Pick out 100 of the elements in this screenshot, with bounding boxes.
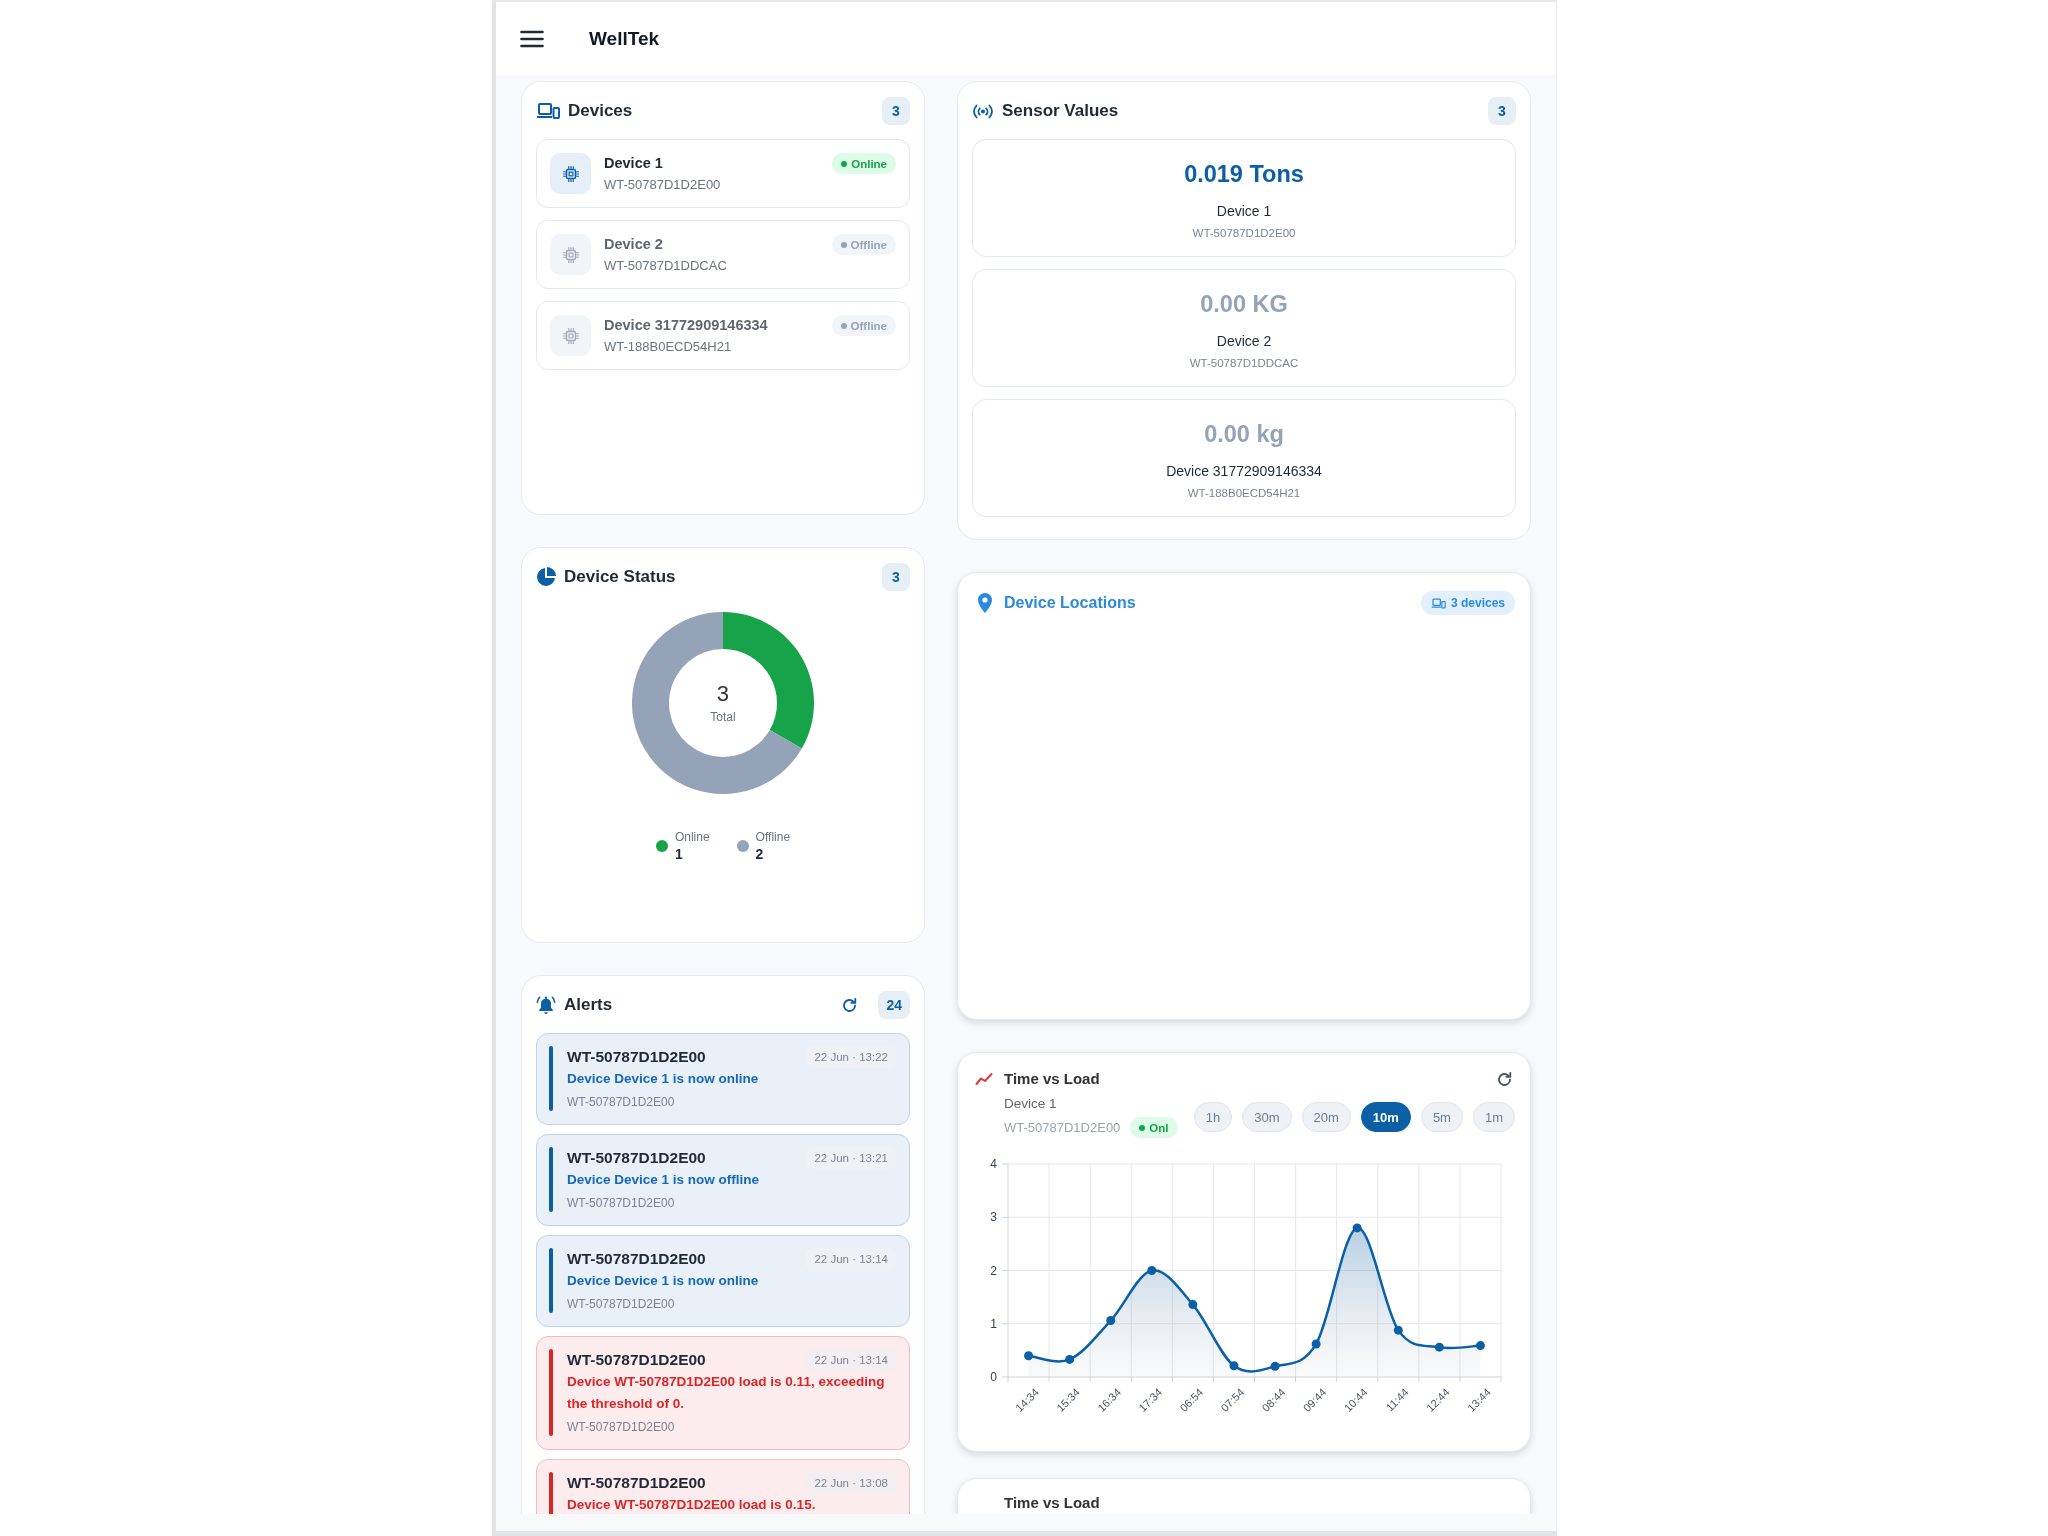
sensor-value: 0.00 kg <box>1204 420 1284 449</box>
device-item[interactable]: Device 1 WT-50787D1D2E00 Online <box>536 139 910 208</box>
data-point <box>1311 1339 1321 1349</box>
alert-time: 22 Jun · 13:22 <box>806 1046 896 1068</box>
range-button[interactable]: 5m <box>1420 1102 1463 1132</box>
status-text: Onl <box>1149 1121 1169 1134</box>
sensor-device-name: Device 1 <box>1216 202 1272 221</box>
data-point <box>1229 1361 1239 1371</box>
range-button[interactable]: 1m <box>1472 1102 1515 1132</box>
range-button[interactable]: 1h <box>1193 1102 1233 1132</box>
card-title: Device Locations <box>1004 594 1136 612</box>
alert-card[interactable]: WT-50787D1D2E00 22 Jun · 13:22 Device Device 1 is now online WT-50787D1D2E00 <box>536 1033 910 1125</box>
card-title: Alerts <box>564 995 613 1015</box>
refresh-icon[interactable] <box>1496 1071 1513 1088</box>
alert-time: 22 Jun · 13:08 <box>806 1472 896 1494</box>
y-axis-label: 3 <box>990 1210 997 1225</box>
device-serial: WT-50787D1DDCAC <box>604 258 728 274</box>
range-button[interactable]: 10m <box>1360 1102 1411 1132</box>
alert-time: 22 Jun · 13:14 <box>806 1248 896 1270</box>
y-axis-label: 2 <box>990 1263 997 1278</box>
card-title: Devices <box>568 101 633 121</box>
alert-device: WT-50787D1D2E00 <box>567 1473 706 1493</box>
count-badge: 3 <box>882 97 910 125</box>
chart-device-serial: WT-50787D1D2E00 <box>1004 1120 1121 1135</box>
range-button[interactable]: 20m <box>1301 1102 1351 1132</box>
legend-label: Online <box>674 829 710 845</box>
alert-message: Device Device 1 is now online <box>567 1272 760 1290</box>
card-title: Time vs Load <box>1004 1494 1101 1512</box>
accent-bar <box>549 1472 553 1514</box>
card-title: Sensor Values <box>1002 101 1119 121</box>
legend-count: 2 <box>755 845 765 863</box>
legend-label: Offline <box>755 829 791 845</box>
device-count-text: 3 devices <box>1450 596 1505 610</box>
broadcast-icon <box>972 103 994 119</box>
alert-serial: WT-50787D1D2E00 <box>567 1195 676 1212</box>
data-point <box>1352 1223 1362 1233</box>
device-name: Device 2 <box>604 235 664 254</box>
donut-total: 3 <box>716 681 730 707</box>
device-item[interactable]: Device 2 WT-50787D1DDCAC Offline <box>536 220 910 289</box>
data-point <box>1393 1325 1403 1335</box>
trend-line-icon <box>975 1072 993 1086</box>
device-item[interactable]: Device 31772909146334 WT-188B0ECD54H21 Offline <box>536 301 910 370</box>
chip-icon <box>550 153 591 194</box>
status-dot-icon <box>1139 1124 1146 1131</box>
sensor-serial: WT-188B0ECD54H21 <box>1187 486 1301 501</box>
count-badge: 3 <box>1488 97 1516 125</box>
app-title: WellTek <box>589 27 660 50</box>
accent-bar <box>549 1046 553 1111</box>
alert-serial: WT-50787D1D2E00 <box>567 1296 676 1313</box>
data-point <box>1434 1342 1444 1352</box>
device-name: Device 31772909146334 <box>604 316 769 335</box>
sensor-device-name: Device 2 <box>1216 332 1272 351</box>
alert-time: 22 Jun · 13:21 <box>806 1147 896 1169</box>
data-point <box>1065 1354 1075 1364</box>
status-dot-icon <box>840 241 847 248</box>
y-axis-label: 0 <box>990 1370 997 1384</box>
bell-icon <box>536 995 556 1015</box>
y-axis-label: 4 <box>990 1157 997 1171</box>
data-point <box>1106 1316 1116 1326</box>
card-title: Time vs Load <box>1004 1069 1101 1089</box>
chart-device-name: Device 1 <box>1004 1095 1058 1113</box>
count-badge: 3 <box>882 563 910 591</box>
alert-card[interactable]: WT-50787D1D2E00 22 Jun · 13:14 Device WT-50787D1D2E00 load is 0.11, exceeding the threshold of 0. WT-50787D1D2E00 <box>536 1336 910 1450</box>
status-dot-icon <box>840 322 847 329</box>
status-dot-icon <box>841 160 848 167</box>
alert-message: Device Device 1 is now offline <box>567 1171 761 1189</box>
alert-device: WT-50787D1D2E00 <box>567 1350 706 1370</box>
sensor-device-name: Device 31772909146334 <box>1166 462 1322 481</box>
data-point <box>1475 1341 1485 1351</box>
device-serial: WT-188B0ECD54H21 <box>604 339 733 355</box>
pie-chart-icon <box>536 567 556 587</box>
alert-card[interactable]: WT-50787D1D2E00 22 Jun · 13:08 Device WT-50787D1D2E00 load is 0.15. <box>536 1459 910 1514</box>
chip-icon <box>550 234 591 275</box>
alert-card[interactable]: WT-50787D1D2E00 22 Jun · 13:21 Device Device 1 is now offline WT-50787D1D2E00 <box>536 1134 910 1226</box>
data-point <box>1188 1300 1198 1310</box>
alert-message: Device Device 1 is now online <box>567 1070 760 1088</box>
sensor-value: 0.019 Tons <box>1184 160 1304 189</box>
data-point <box>1024 1351 1034 1361</box>
status-text: Online <box>851 157 887 170</box>
range-button[interactable]: 30m <box>1242 1102 1292 1132</box>
donut-total-label: Total <box>710 709 736 725</box>
y-axis-label: 1 <box>990 1316 997 1331</box>
legend-count: 1 <box>674 845 684 863</box>
devices-icon <box>536 102 560 120</box>
menu-icon[interactable] <box>520 29 544 48</box>
chip-icon <box>550 315 591 356</box>
count-badge: 24 <box>878 991 910 1019</box>
status-text: Offline <box>850 319 887 332</box>
alert-serial: WT-50787D1D2E00 <box>567 1419 676 1436</box>
devices-icon <box>1430 597 1446 609</box>
refresh-icon[interactable] <box>841 996 859 1014</box>
device-name: Device 1 <box>604 154 664 173</box>
data-point <box>1270 1361 1280 1371</box>
accent-bar <box>549 1147 553 1212</box>
alert-device: WT-50787D1D2E00 <box>567 1148 706 1168</box>
alert-message: Device WT-50787D1D2E00 load is 0.15. <box>567 1496 817 1514</box>
alert-card[interactable]: WT-50787D1D2E00 22 Jun · 13:14 Device Device 1 is now online WT-50787D1D2E00 <box>536 1235 910 1327</box>
sensor-serial: WT-50787D1DDCAC <box>1189 356 1299 371</box>
status-text: Offline <box>850 238 887 251</box>
alert-device: WT-50787D1D2E00 <box>567 1047 706 1067</box>
